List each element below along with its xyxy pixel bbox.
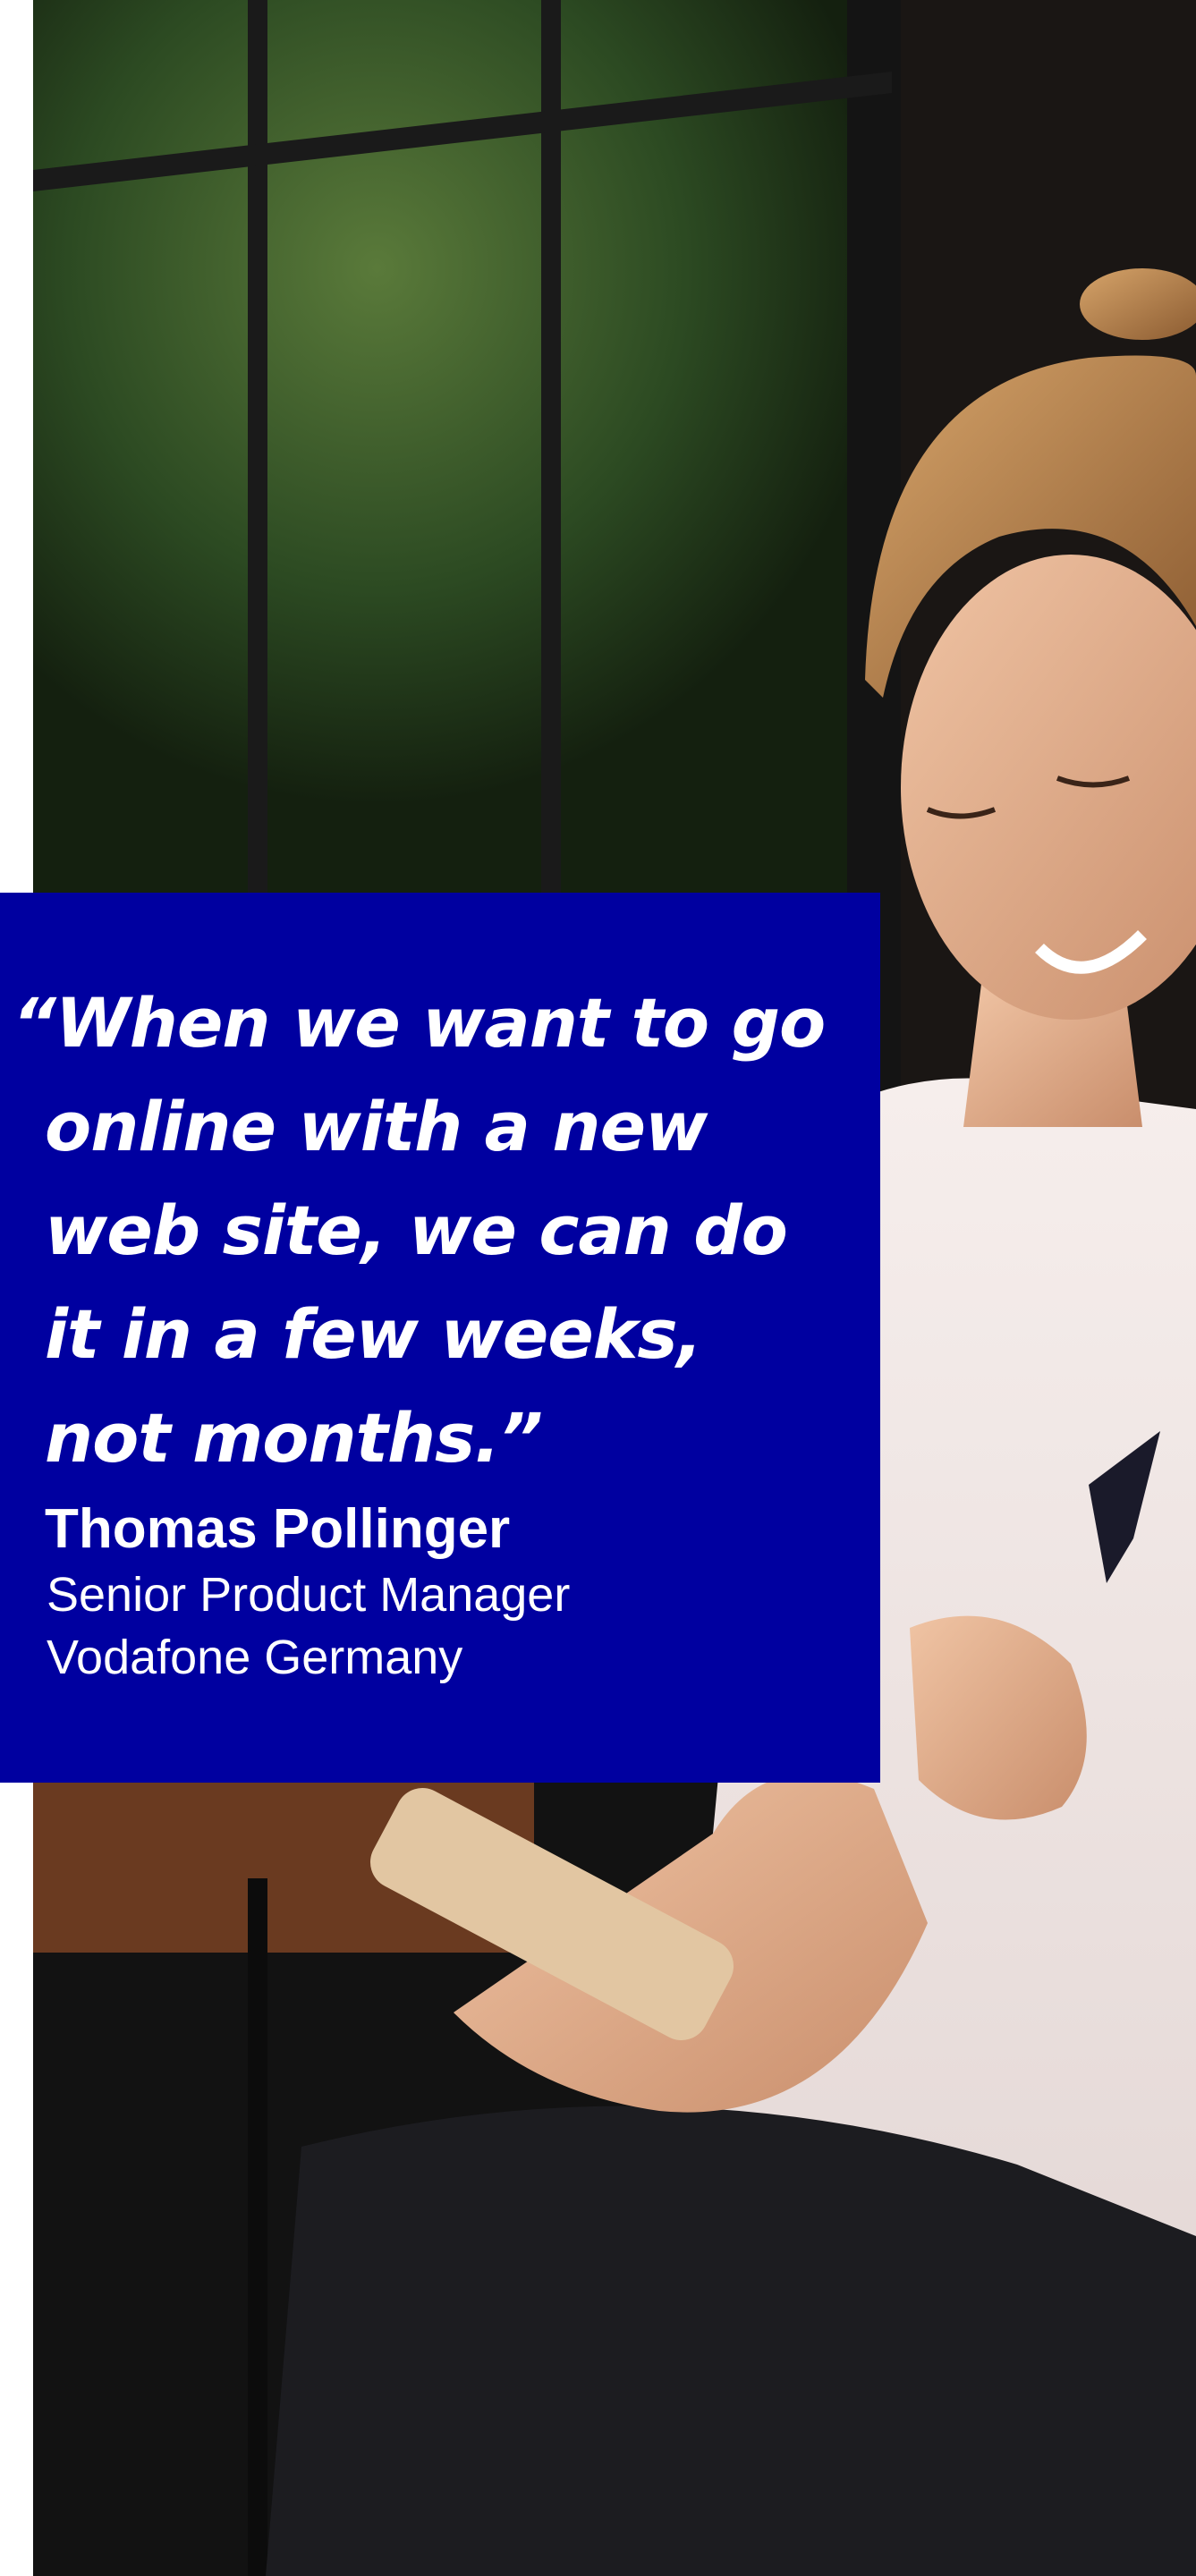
quote-line: not months.” <box>45 1398 543 1478</box>
testimonial-card: “When we want to go online with a new we… <box>0 893 880 1783</box>
author-name: Thomas Pollinger <box>45 1498 511 1560</box>
quote-line: web site, we can do <box>45 1191 788 1270</box>
quote-line: it in a few weeks, <box>45 1294 702 1374</box>
testimonial-quote: “When we want to go online with a new we… <box>13 971 844 1490</box>
quote-line: “When we want to go <box>13 983 826 1063</box>
author-company: Vodafone Germany <box>47 1631 463 1684</box>
quote-line: online with a new <box>45 1087 708 1166</box>
author-title: Senior Product Manager <box>47 1568 571 1622</box>
